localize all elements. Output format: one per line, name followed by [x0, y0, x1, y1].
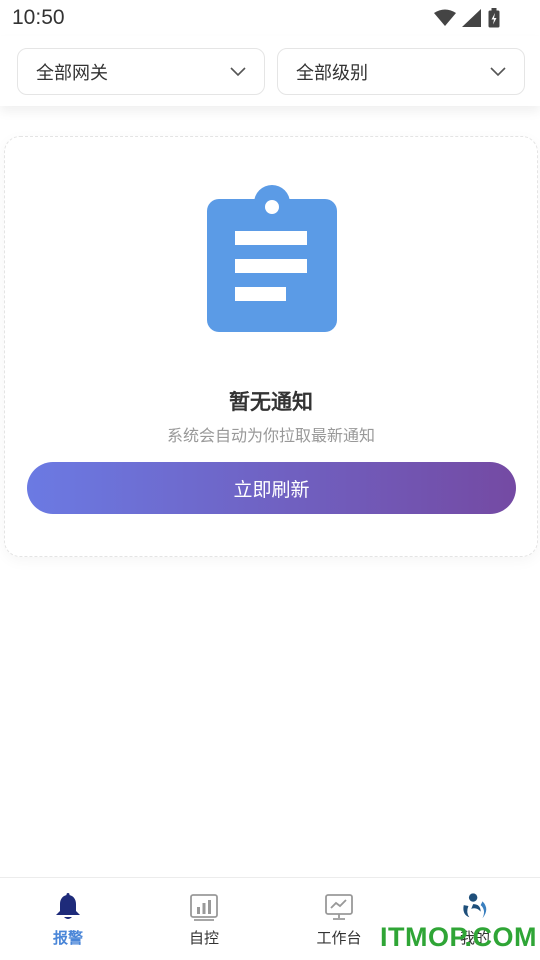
gateway-filter-label: 全部网关: [36, 62, 108, 84]
cell-signal-icon: [462, 9, 481, 27]
chevron-down-icon: [490, 66, 506, 76]
bar-chart-icon: [190, 894, 218, 921]
monitor-icon: [325, 894, 353, 920]
empty-state-card: 暂无通知 系统会自动为你拉取最新通知 立即刷新: [4, 136, 538, 557]
nav-label: 自控: [188, 929, 219, 947]
profile-icon: [463, 893, 487, 919]
empty-state-title: 暂无通知: [229, 390, 313, 414]
battery-icon: [488, 8, 500, 28]
nav-item-workbench[interactable]: 工作台: [284, 878, 394, 960]
nav-label: 工作台: [316, 929, 362, 947]
filter-header: 全部网关 全部级别: [0, 36, 540, 106]
screen: 10:50 全部网关 全部级别 暂无通知 系统会自动为你拉取最新通知 立即刷新 …: [0, 0, 540, 960]
nav-label: 报警: [52, 929, 83, 947]
clipboard-icon: [207, 185, 337, 332]
level-filter-label: 全部级别: [296, 62, 368, 84]
empty-state-subtitle: 系统会自动为你拉取最新通知: [166, 426, 375, 445]
status-icons: [434, 8, 500, 28]
refresh-button[interactable]: 立即刷新: [27, 462, 516, 514]
nav-item-alarm[interactable]: 报警: [13, 878, 123, 960]
bell-icon: [56, 893, 80, 919]
nav-item-control[interactable]: 自控: [149, 878, 259, 960]
status-time: 10:50: [12, 6, 65, 29]
watermark-text: ITMOP.COM: [380, 922, 538, 952]
gateway-filter-dropdown[interactable]: 全部网关: [17, 48, 265, 95]
status-bar: 10:50: [0, 0, 540, 36]
wifi-icon: [434, 9, 456, 26]
level-filter-dropdown[interactable]: 全部级别: [277, 48, 525, 95]
chevron-down-icon: [230, 66, 246, 76]
